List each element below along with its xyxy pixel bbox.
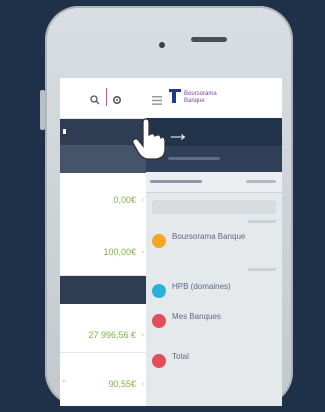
divider [106,88,107,106]
menu-item-title: Total [172,352,189,361]
account-row[interactable]: 100,00€ › [60,225,146,276]
menu-tabs [146,172,282,193]
section-dot [63,129,66,134]
tab-inactive[interactable] [246,180,276,183]
tab-active[interactable] [150,180,202,183]
right-arrow-icon: → [166,120,190,147]
status-dot [152,314,166,328]
phone-screen: 0,00€ › 100,00€ › 27 996,56 € › " 90,55€… [60,78,282,406]
accounts-toolbar [60,78,146,119]
chevron-right-icon: › [141,247,144,256]
menu-item[interactable]: Mes Banques [152,308,278,336]
menu-item[interactable]: Total [152,348,278,376]
chevron-right-icon: › [141,195,144,204]
account-row[interactable]: " 90,55€ › [60,353,146,406]
menu-item-title: Boursorama Banque [172,232,246,241]
menu-item-title: Mes Banques [172,312,221,321]
account-row[interactable]: 0,00€ › [60,173,146,226]
phone-camera [159,42,165,48]
search-icon[interactable] [90,92,100,110]
row-marker: " [63,379,66,388]
account-amount: 100,00€ [103,247,136,257]
status-dot [152,234,166,248]
gear-icon[interactable] [112,92,122,110]
hand-pointer-icon [132,118,166,165]
bank-logo-icon [168,88,182,109]
menu-subheader [146,146,282,172]
status-dot [152,354,166,368]
hamburger-icon[interactable] [152,92,162,110]
account-amount: 0,00€ [113,195,136,205]
chevron-right-icon: › [141,379,144,388]
section-header-dark [60,276,146,304]
account-amount: 27 996,56 € [88,330,136,340]
menu-item[interactable]: Boursorama Banque [152,228,278,256]
phone-speaker [191,37,227,42]
account-row[interactable]: 27 996,56 € › [60,304,146,353]
date-label [248,268,276,271]
bank-logo-text: Boursorama Banque [184,91,217,104]
menu-header: Boursorama Banque [146,78,282,118]
chevron-right-icon: › [141,330,144,339]
menu-item-title: HPB (domaines) [172,282,231,291]
status-dot [152,284,166,298]
menu-item[interactable]: HPB (domaines) [152,278,278,306]
menu-search-input[interactable] [152,200,276,214]
account-amount: 90,55€ [108,379,136,389]
sub-line [168,157,220,160]
date-label [248,220,276,223]
